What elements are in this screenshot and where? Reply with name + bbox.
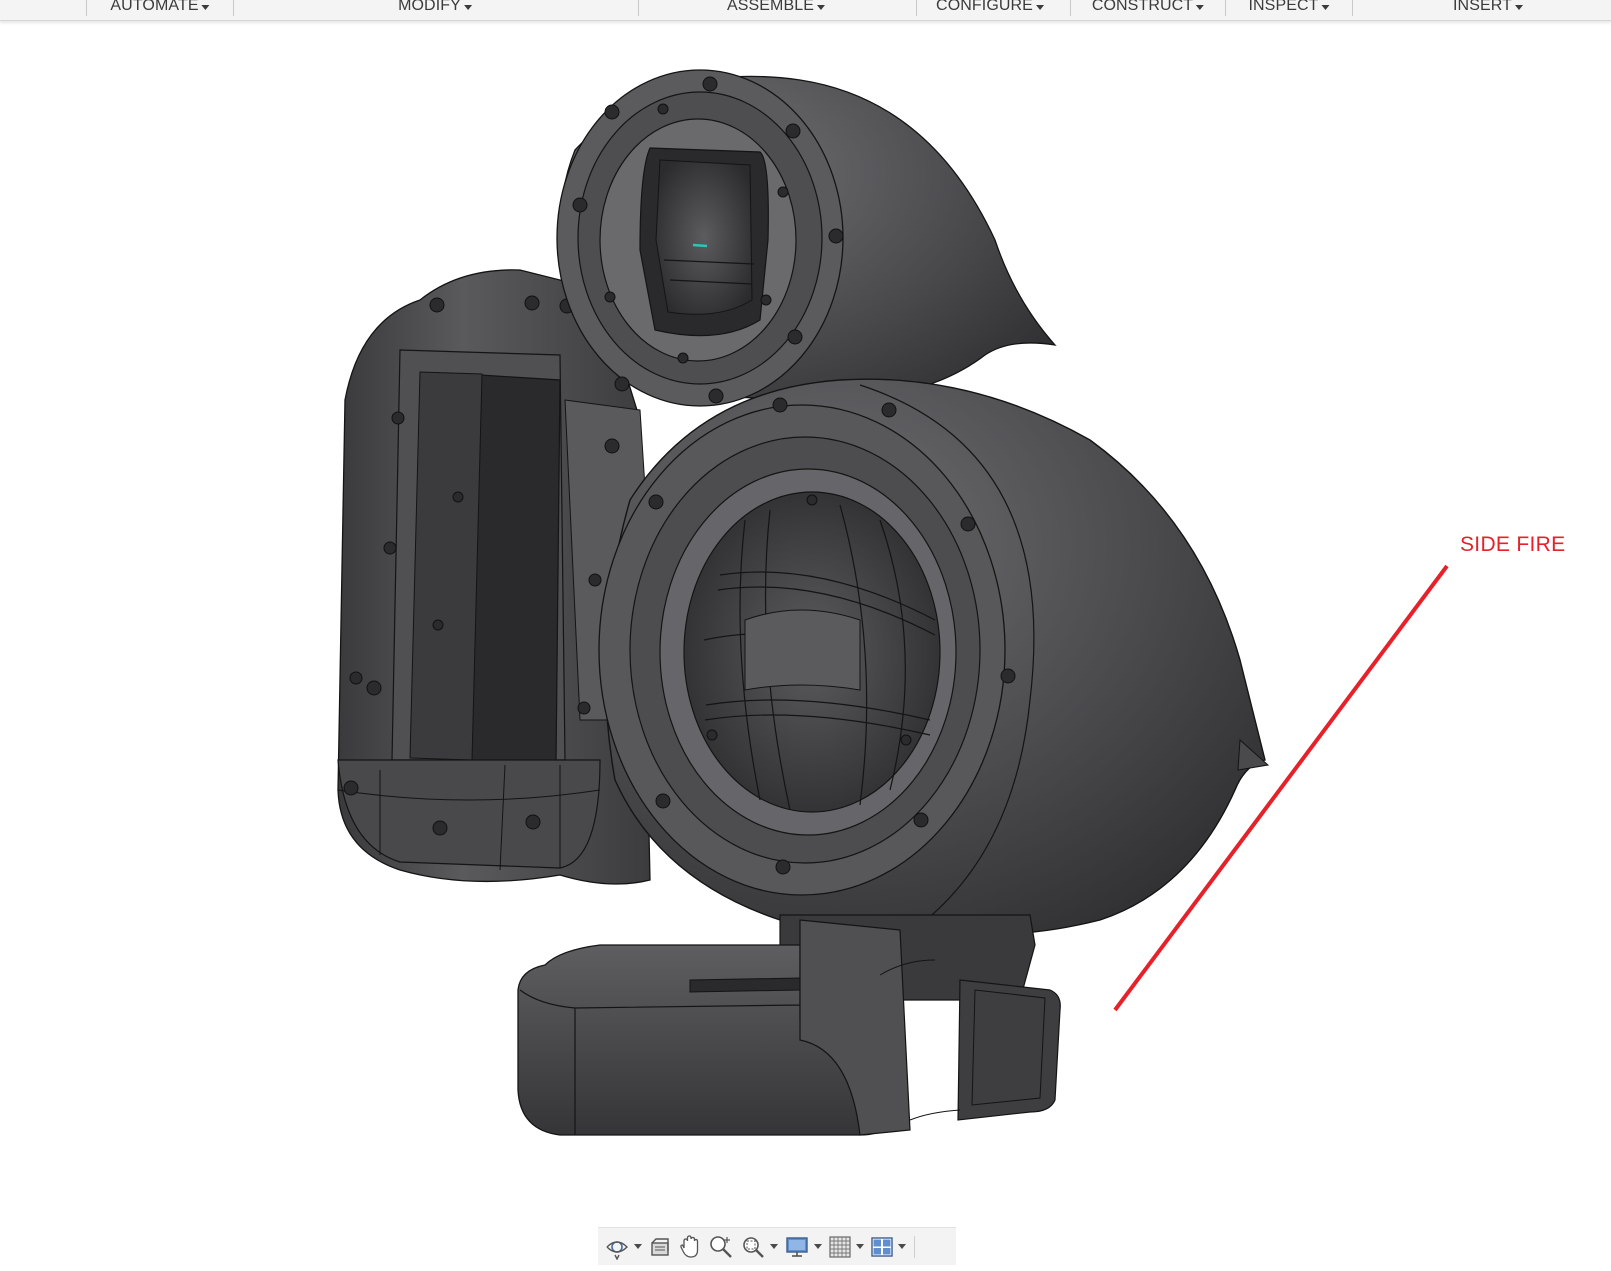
caret-down-icon <box>1321 4 1330 10</box>
look-at-icon <box>651 1237 669 1256</box>
toolbar-separator <box>916 0 917 16</box>
toolbar-separator <box>1225 0 1226 16</box>
caret-down-icon <box>817 4 826 10</box>
toolbar-construct-menu[interactable]: CONSTRUCT <box>1091 0 1205 16</box>
top-speaker-pod[interactable] <box>556 69 1057 407</box>
toolbar-insert-menu[interactable]: INSERT <box>1453 0 1523 16</box>
toolbar-modify-label: MODIFY <box>398 0 461 14</box>
toolbar-modify-menu[interactable]: MODIFY <box>398 0 472 16</box>
viewports-button[interactable] <box>870 1232 906 1262</box>
orbit-icon <box>606 1240 628 1260</box>
toolbar-inspect-menu[interactable]: INSPECT <box>1248 0 1330 16</box>
toolbar-insert-label: INSERT <box>1453 0 1512 14</box>
toolbar-separator <box>638 0 639 16</box>
toolbar-inspect-label: INSPECT <box>1248 0 1319 14</box>
toolbar-separator <box>1070 0 1071 16</box>
caret-down-icon <box>1035 4 1044 10</box>
grid-snaps-icon <box>829 1235 851 1258</box>
toolbar-assemble-label: ASSEMBLE <box>726 0 815 14</box>
toolbar-construct-label: CONSTRUCT <box>1091 0 1194 14</box>
toolbar-separator <box>233 0 234 16</box>
main-speaker-pod[interactable] <box>598 378 1270 935</box>
display-settings-button[interactable] <box>784 1232 822 1262</box>
caret-down-icon <box>1514 4 1523 10</box>
caret-down-icon[interactable] <box>856 1244 864 1249</box>
toolbar-ribbon: AUTOMATE MODIFY ASSEMBLE CONFIGURE CONST… <box>0 0 1611 21</box>
fit-window-icon <box>743 1236 764 1258</box>
zoom-button[interactable] <box>708 1232 734 1262</box>
toolbar-separator <box>86 0 87 16</box>
caret-down-icon[interactable] <box>814 1244 822 1249</box>
grid-snaps-button[interactable] <box>828 1232 864 1262</box>
side-fire-annotation: SIDE FIRE <box>1460 533 1566 556</box>
zoom-icon <box>710 1235 732 1258</box>
toolbar-separator <box>1352 0 1353 16</box>
display-settings-icon <box>786 1236 808 1257</box>
navbar-divider <box>914 1235 915 1258</box>
caret-down-icon <box>1196 4 1205 10</box>
fit-window-button[interactable] <box>740 1232 778 1262</box>
toolbar-configure-label: CONFIGURE <box>936 0 1033 14</box>
toolbar-automate-menu[interactable]: AUTOMATE <box>110 0 210 16</box>
caret-down-icon <box>201 4 210 10</box>
toolbar-assemble-menu[interactable]: ASSEMBLE <box>726 0 826 16</box>
caret-down-icon[interactable] <box>898 1244 906 1249</box>
status-led <box>692 243 708 248</box>
fusion-workspace: AUTOMATE MODIFY ASSEMBLE CONFIGURE CONST… <box>0 0 1611 1271</box>
look-at-button[interactable] <box>648 1232 672 1262</box>
caret-down-icon[interactable] <box>634 1244 642 1249</box>
pan-button[interactable] <box>678 1232 702 1262</box>
canvas-viewport[interactable]: SIDE FIRE <box>0 21 1611 1271</box>
navigation-bar <box>598 1227 956 1265</box>
toolbar-configure-menu[interactable]: CONFIGURE <box>936 0 1044 16</box>
caret-down-icon <box>463 4 472 10</box>
viewports-icon <box>871 1236 893 1257</box>
orbit-button[interactable] <box>604 1232 642 1262</box>
caret-down-icon[interactable] <box>770 1244 778 1249</box>
toolbar-automate-label: AUTOMATE <box>110 0 199 14</box>
base-mount[interactable] <box>517 914 1061 1136</box>
pan-icon <box>680 1234 699 1258</box>
speaker-assembly-model[interactable] <box>0 21 1611 1221</box>
